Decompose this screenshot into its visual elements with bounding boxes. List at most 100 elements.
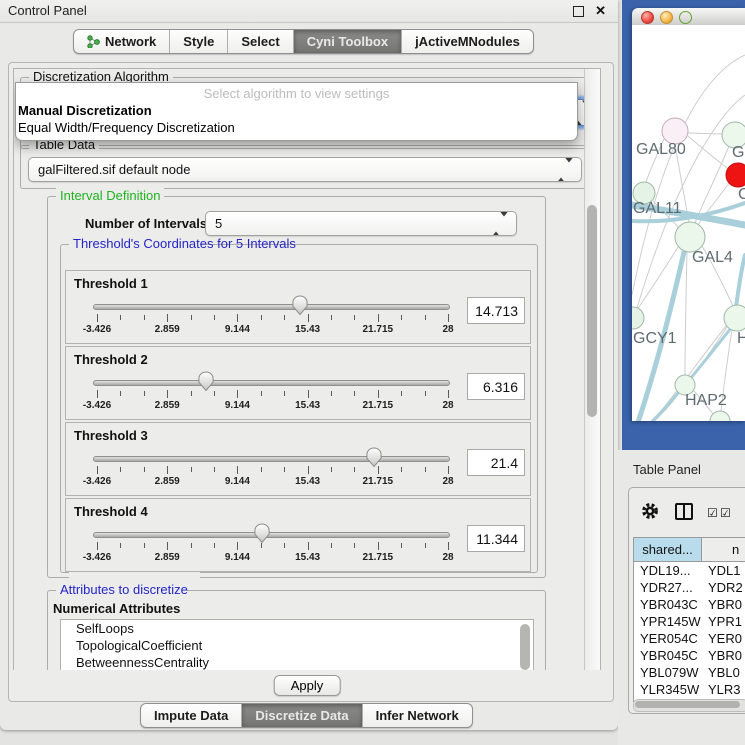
- threshold-value-field[interactable]: 11.344: [467, 525, 525, 552]
- table-cell[interactable]: YBL0: [703, 664, 740, 681]
- table-row[interactable]: YPR145WYPR1: [634, 613, 745, 630]
- list-scrollbar[interactable]: [520, 622, 531, 672]
- network-edge-highlighted[interactable]: [736, 255, 745, 306]
- network-view-window[interactable]: GAL80 G. C GAL11 GAL4 GCY1 H HAP2: [632, 8, 745, 421]
- numerical-attributes-listbox[interactable]: SelfLoopsTopologicalCoefficientBetweenne…: [60, 619, 534, 672]
- stepper-icon[interactable]: [557, 162, 573, 177]
- settings-gear-icon[interactable]: [641, 502, 659, 523]
- slider-thumb[interactable]: [366, 447, 383, 468]
- table-cell[interactable]: YBR043C: [634, 596, 703, 613]
- table-cell[interactable]: YDL1: [703, 562, 741, 579]
- number-of-intervals-label: Number of Intervals: [85, 216, 207, 231]
- scroll-viewport: Discretization Algorithm Select algorith…: [13, 68, 601, 672]
- close-traffic-light-icon[interactable]: [641, 11, 654, 24]
- vertical-scrollbar[interactable]: [584, 69, 600, 671]
- popup-option-manual[interactable]: Manual Discretization: [16, 102, 577, 119]
- table-cell[interactable]: YDL19...: [634, 562, 703, 579]
- tab-style[interactable]: Style: [170, 30, 228, 53]
- table-cell[interactable]: YLR3: [703, 681, 741, 698]
- checkbox-icon[interactable]: ☑: [720, 508, 731, 518]
- node-label: GAL4: [692, 249, 733, 266]
- table-cell[interactable]: YBR045C: [634, 647, 703, 664]
- slider-thumb[interactable]: [291, 295, 308, 316]
- tab-jactivemnodules[interactable]: jActiveMNodules: [402, 30, 533, 53]
- table-cell[interactable]: YPR1: [703, 613, 742, 630]
- attribute-item[interactable]: TopologicalCoefficient: [61, 637, 533, 654]
- threshold-value-field[interactable]: 14.713: [467, 297, 525, 324]
- horizontal-scrollbar[interactable]: [633, 699, 745, 712]
- tab-network[interactable]: Network: [74, 30, 170, 53]
- split-columns-icon[interactable]: [675, 503, 693, 520]
- threshold-slider[interactable]: -3.4262.8599.14415.4321.71528: [93, 295, 450, 339]
- network-edge[interactable]: [685, 252, 687, 375]
- table-row[interactable]: YBL079WYBL0: [634, 664, 745, 681]
- vertical-scrollbar-thumb[interactable]: [587, 205, 597, 417]
- threshold-slider[interactable]: -3.4262.8599.14415.4321.71528: [93, 371, 450, 415]
- table-cell[interactable]: YLR345W: [634, 681, 703, 698]
- tab-label: Select: [241, 34, 279, 49]
- attribute-item[interactable]: BetweennessCentrality: [61, 654, 533, 671]
- algorithm-dropdown-popup: Select algorithm to view settings Manual…: [15, 82, 578, 141]
- checkbox-icon[interactable]: ☑: [707, 508, 718, 518]
- table-cell[interactable]: YDR2: [703, 579, 743, 596]
- table-data-combobox[interactable]: galFiltered.sif default node: [28, 157, 582, 182]
- tab-infer-network[interactable]: Infer Network: [363, 704, 472, 727]
- table-row[interactable]: YDL19...YDL1: [634, 562, 745, 579]
- table-row[interactable]: YDR27...YDR2: [634, 579, 745, 596]
- slider-ruler: -3.4262.8599.14415.4321.71528: [97, 542, 448, 566]
- list-scrollbar-thumb[interactable]: [520, 624, 530, 670]
- minimize-traffic-light-icon[interactable]: [660, 11, 673, 24]
- control-panel-titlebar[interactable]: Control Panel ✕: [0, 0, 618, 23]
- tab-label: Network: [105, 34, 156, 49]
- table-cell[interactable]: YER054C: [634, 630, 703, 647]
- apply-button[interactable]: Apply: [274, 675, 341, 696]
- attribute-item[interactable]: SelfLoops: [61, 620, 533, 637]
- column-header-shared-name[interactable]: shared...: [633, 537, 702, 562]
- network-icon: [87, 35, 100, 48]
- node-label: GCY1: [633, 330, 677, 347]
- number-of-intervals-combobox[interactable]: 5: [205, 211, 517, 236]
- tab-label: Cyni Toolbox: [307, 34, 388, 49]
- table-row[interactable]: YER054CYER0: [634, 630, 745, 647]
- popup-option-equal-width[interactable]: Equal Width/Frequency Discretization: [16, 119, 577, 136]
- network-node-selected-red[interactable]: [726, 163, 745, 187]
- tab-impute-data[interactable]: Impute Data: [141, 704, 242, 727]
- threshold-value-field[interactable]: 6.316: [467, 373, 525, 400]
- table-cell[interactable]: YPR145W: [634, 613, 703, 630]
- table-cell[interactable]: YBR0: [703, 596, 742, 613]
- network-node-bottom[interactable]: [710, 411, 730, 421]
- tab-discretize-data[interactable]: Discretize Data: [242, 704, 362, 727]
- network-canvas[interactable]: GAL80 G. C GAL11 GAL4 GCY1 H HAP2: [632, 25, 745, 421]
- bottom-tab-bar: Impute Data Discretize Data Infer Networ…: [140, 703, 473, 728]
- horizontal-scrollbar-thumb[interactable]: [635, 701, 740, 708]
- stepper-icon[interactable]: [492, 216, 508, 231]
- table-data-value: galFiltered.sif default node: [38, 162, 190, 177]
- table-cell[interactable]: YBL079W: [634, 664, 703, 681]
- slider-thumb[interactable]: [197, 371, 214, 392]
- slider-thumb[interactable]: [253, 523, 270, 544]
- node-label: C: [738, 186, 745, 203]
- zoom-traffic-light-icon[interactable]: [679, 11, 692, 24]
- network-node-gal4[interactable]: [675, 222, 705, 252]
- tab-select[interactable]: Select: [228, 30, 293, 53]
- network-node-gcy1[interactable]: [632, 307, 644, 329]
- network-window-titlebar[interactable]: [632, 8, 745, 26]
- tick-label: 2.859: [155, 552, 180, 563]
- threshold-slider[interactable]: -3.4262.8599.14415.4321.71528: [93, 447, 450, 491]
- float-window-icon[interactable]: [573, 6, 584, 17]
- table-cell[interactable]: YBR0: [703, 647, 742, 664]
- close-icon[interactable]: ✕: [595, 3, 606, 19]
- threshold-slider[interactable]: -3.4262.8599.14415.4321.71528: [93, 523, 450, 567]
- column-header-name[interactable]: n: [702, 537, 745, 562]
- table-row[interactable]: YBR045CYBR0: [634, 647, 745, 664]
- network-node-h[interactable]: [724, 305, 745, 331]
- threshold-value-field[interactable]: 21.4: [467, 449, 525, 476]
- network-edge[interactable]: [688, 133, 722, 134]
- table-panel-region: Table Panel ☑ ☑ shared... n YDL19...YDL1…: [618, 450, 745, 745]
- table-cell[interactable]: YDR27...: [634, 579, 703, 596]
- thresholds-group: Threshold's Coordinates for 5 Intervals …: [60, 244, 538, 573]
- table-row[interactable]: YBR043CYBR0: [634, 596, 745, 613]
- tab-cyni-toolbox[interactable]: Cyni Toolbox: [294, 30, 402, 53]
- table-row[interactable]: YLR345WYLR3: [634, 681, 745, 698]
- table-cell[interactable]: YER0: [703, 630, 742, 647]
